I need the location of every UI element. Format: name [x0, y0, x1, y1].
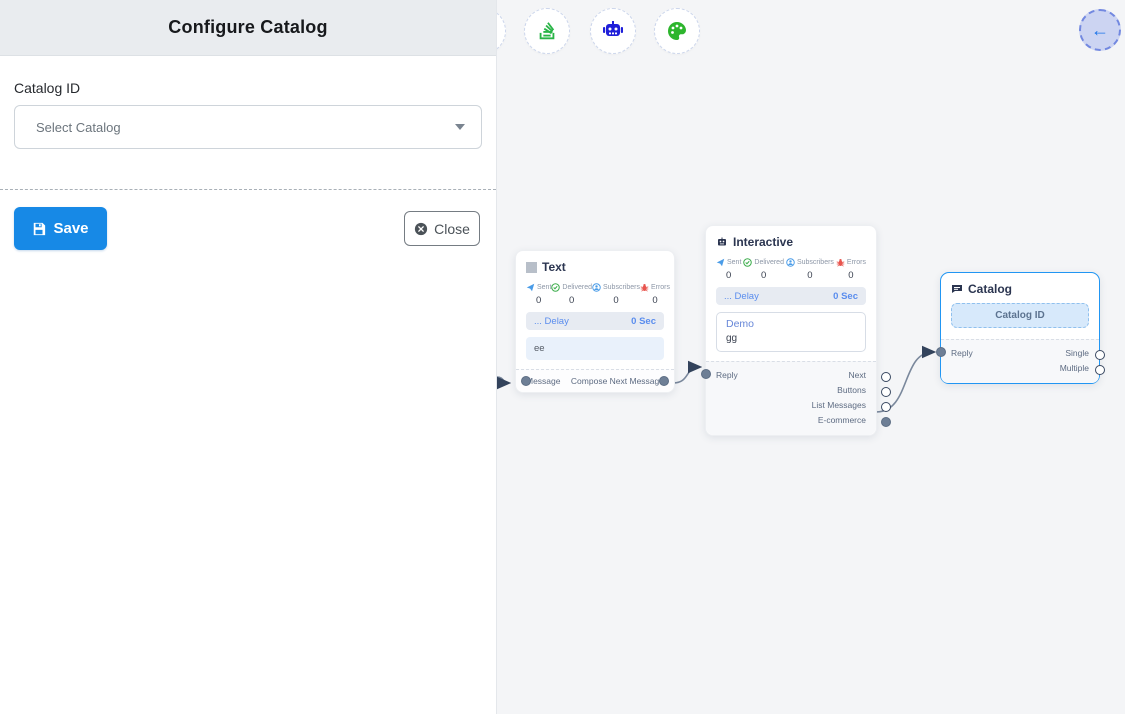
- port-label-ecommerce: E-commerce: [818, 415, 866, 425]
- port-text-message-in[interactable]: [521, 376, 531, 386]
- port-catalog-reply-in[interactable]: [936, 347, 946, 357]
- toolbar-item-palette[interactable]: [654, 8, 700, 54]
- subscribers-icon: [592, 283, 601, 292]
- subscribers-icon: [786, 258, 795, 267]
- errors-icon: [836, 258, 845, 267]
- port-label-message: Message: [526, 376, 561, 386]
- node-text-header: Text: [526, 260, 664, 281]
- port-label-multiple: Multiple: [1060, 363, 1089, 373]
- node-interactive-card[interactable]: Demo gg: [716, 312, 866, 352]
- port-catalog-single-out[interactable]: [1095, 350, 1105, 360]
- close-button-label: Close: [434, 221, 470, 237]
- node-catalog[interactable]: Catalog Catalog ID Reply Single Multiple: [940, 272, 1100, 384]
- catalog-select-value: Select Catalog: [36, 120, 121, 135]
- port-label-next: Next: [849, 370, 866, 380]
- toolbar-item-robot[interactable]: [590, 8, 636, 54]
- port-label-compose-next: Compose Next Message: [571, 376, 664, 386]
- flow-canvas[interactable]: ← Text Sent: [497, 0, 1125, 714]
- node-text-stats: Sent 0 Delivered 0 Subscribers 0 Errors …: [526, 281, 664, 312]
- node-text[interactable]: Text Sent 0 Delivered 0 Subscribers 0: [515, 250, 675, 393]
- node-text-message-preview[interactable]: ee: [526, 337, 664, 360]
- node-catalog-title: Catalog: [968, 282, 1012, 296]
- node-text-delay[interactable]: ... Delay 0 Sec: [526, 312, 664, 330]
- port-label-catalog-reply: Reply: [951, 348, 973, 358]
- save-icon: [32, 222, 46, 236]
- node-interactive[interactable]: Interactive Sent 0 Delivered 0 Subscribe…: [705, 225, 877, 436]
- text-node-icon: [526, 262, 537, 273]
- close-circle-icon: [414, 222, 428, 236]
- port-label-buttons: Buttons: [837, 385, 866, 395]
- node-interactive-stats: Sent 0 Delivered 0 Subscribers 0 Errors …: [716, 256, 866, 287]
- port-interactive-reply-in[interactable]: [701, 369, 711, 379]
- chevron-down-icon: [455, 124, 465, 130]
- node-interactive-title: Interactive: [733, 235, 793, 249]
- panel-actions: Save Close: [0, 190, 496, 250]
- close-button[interactable]: Close: [404, 211, 480, 246]
- catalog-select[interactable]: Select Catalog: [14, 105, 482, 149]
- catalog-id-label: Catalog ID: [14, 80, 482, 96]
- port-label-single: Single: [1065, 348, 1089, 358]
- node-interactive-delay[interactable]: ... Delay 0 Sec: [716, 287, 866, 305]
- port-text-compose-out[interactable]: [659, 376, 669, 386]
- delivered-icon: [743, 258, 752, 267]
- robot-icon: [601, 19, 625, 43]
- panel-header: Configure Catalog: [0, 0, 496, 56]
- errors-icon: [640, 283, 649, 292]
- sent-icon: [716, 258, 725, 267]
- toolbar-item-partial[interactable]: [497, 8, 506, 54]
- page-title: Configure Catalog: [168, 17, 327, 38]
- panel-body: Catalog ID Select Catalog: [0, 56, 496, 149]
- configure-catalog-panel: Configure Catalog Catalog ID Select Cata…: [0, 0, 497, 714]
- node-catalog-footer: Reply Single Multiple: [941, 339, 1099, 383]
- save-button-label: Save: [53, 220, 88, 237]
- flow-builder-app: Configure Catalog Catalog ID Select Cata…: [0, 0, 1125, 714]
- node-interactive-header: Interactive: [716, 235, 866, 256]
- node-text-footer: Message Compose Next Message: [516, 369, 674, 392]
- delivered-icon: [551, 283, 560, 292]
- stack-icon: [536, 20, 558, 42]
- sent-icon: [526, 283, 535, 292]
- node-interactive-footer: Reply Next Buttons List Messages E-comme…: [706, 361, 876, 435]
- card-body: gg: [726, 333, 856, 344]
- port-interactive-buttons-out[interactable]: [881, 387, 891, 397]
- port-interactive-list-messages-out[interactable]: [881, 402, 891, 412]
- collapse-panel-button[interactable]: ←: [1079, 9, 1121, 51]
- node-text-title: Text: [542, 260, 566, 274]
- save-button[interactable]: Save: [14, 207, 107, 250]
- toolbar-item-stack[interactable]: [524, 8, 570, 54]
- catalog-id-field-button[interactable]: Catalog ID: [951, 303, 1089, 328]
- port-interactive-ecommerce-out[interactable]: [881, 417, 891, 427]
- port-catalog-multiple-out[interactable]: [1095, 365, 1105, 375]
- port-interactive-next-out[interactable]: [881, 372, 891, 382]
- arrow-left-icon: ←: [1091, 20, 1109, 41]
- robot-small-icon: [716, 236, 728, 248]
- node-catalog-header: Catalog: [951, 282, 1089, 303]
- chat-bubble-icon: [951, 283, 963, 295]
- port-label-reply: Reply: [716, 370, 738, 380]
- palette-icon: [665, 19, 689, 43]
- port-label-list-messages: List Messages: [812, 400, 866, 410]
- card-title: Demo: [726, 318, 856, 330]
